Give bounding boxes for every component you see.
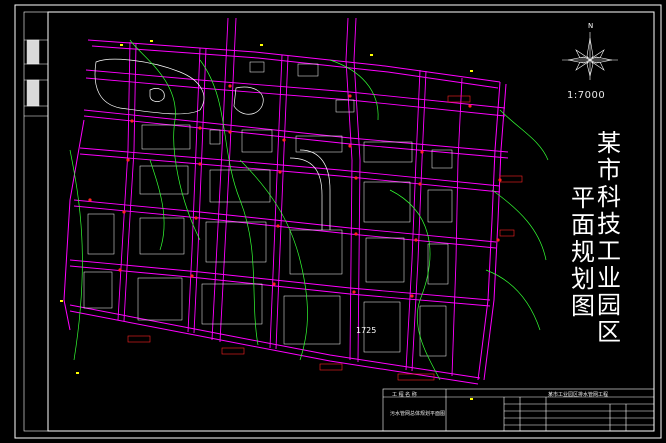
title-column-1: 某市科技工业园区 <box>597 129 621 346</box>
contour-lines <box>69 39 549 381</box>
titleblock-header: 工 程 名 称 <box>392 392 417 398</box>
yellow-markers <box>60 40 473 400</box>
center-number: 1725 <box>356 326 377 335</box>
left-strip-cells <box>24 39 48 117</box>
sewer-nodes <box>88 84 502 298</box>
building-blocks <box>83 61 453 357</box>
titleblock-project: 某市工业园区排水管网工程 <box>548 392 609 398</box>
left-strip <box>23 11 49 432</box>
north-label: N <box>588 22 594 30</box>
horizontal-roads <box>69 69 509 307</box>
title-column-2: 平面规划图 <box>571 184 595 320</box>
titleblock-drawing: 污水管网总体规划平面图 <box>390 411 446 417</box>
vertical-roads <box>117 17 463 377</box>
drawing-canvas: N 1:7000 某市科技工业园区 平面规划图 1725 工 程 名 称 某市工… <box>0 0 666 443</box>
scale-label: 1:7000 <box>567 90 606 101</box>
compass-rose <box>562 32 618 80</box>
outlet-markers <box>127 95 523 381</box>
park-outline <box>94 58 331 230</box>
site-plan-drawing <box>14 4 662 439</box>
outer-frame <box>14 4 662 439</box>
